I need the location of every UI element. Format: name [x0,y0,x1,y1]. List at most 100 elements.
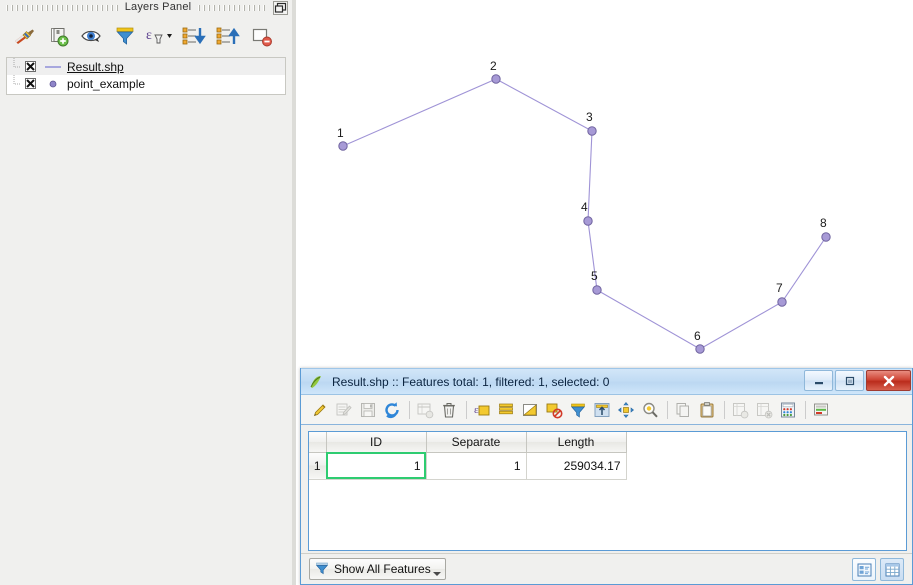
collapse-all-icon[interactable] [211,19,245,53]
layer-name-point-example: point_example [67,76,146,91]
map-vertex-point[interactable] [587,126,597,136]
map-vertex-point[interactable] [695,344,705,354]
filter-legend-icon[interactable] [109,19,143,53]
result-line-feature [342,78,827,350]
attribute-table-bottombar: Show All Features [301,553,912,584]
toolbar-separator [466,400,467,419]
column-header-length[interactable]: Length [526,432,627,453]
layers-panel-titlebar[interactable]: Layers Panel [0,0,292,16]
line-symbol-icon [43,60,63,74]
table-header-row: ID Separate Length [309,432,627,453]
layer-visibility-checkbox[interactable] [25,61,36,72]
layer-item-result[interactable]: Result.shp [7,58,285,75]
chevron-down-icon[interactable] [432,572,441,576]
tree-branch-icon [13,58,21,68]
delete-selected-icon[interactable] [438,399,460,421]
map-vertex-point[interactable] [491,74,501,84]
window-controls [802,370,911,391]
layers-panel-title: Layers Panel [124,1,192,13]
map-vertex-label: 7 [776,281,783,295]
qgis-window: Layers Panel ε Result.shp point_example … [0,0,913,585]
table-cell-length[interactable]: 259034.17 [526,452,627,480]
maximize-button[interactable] [835,370,864,391]
reload-table-icon[interactable] [381,399,403,421]
move-selection-to-top-icon[interactable] [591,399,613,421]
add-group-icon[interactable] [41,19,75,53]
delete-field-icon[interactable] [753,399,775,421]
table-cell-id[interactable]: 1 [326,452,427,480]
map-vertex-point[interactable] [777,297,787,307]
layer-item-point-example[interactable]: point_example [7,75,285,92]
attribute-table: ID Separate Length 1 1 1 259034.17 [309,432,627,480]
map-vertex-label: 8 [820,216,827,230]
paste-features-icon[interactable] [696,399,718,421]
map-vertex-label: 5 [591,269,598,283]
copy-features-icon[interactable] [672,399,694,421]
map-vertex-label: 4 [581,200,588,214]
qgis-icon [308,374,324,390]
undock-panel-button[interactable] [273,1,288,15]
layer-visibility-checkbox[interactable] [25,78,36,89]
column-header-separate[interactable]: Separate [426,432,527,453]
new-field-icon[interactable] [729,399,751,421]
minimize-button[interactable] [804,370,833,391]
save-edits-icon[interactable] [357,399,379,421]
map-vertex-label: 6 [694,329,701,343]
manage-layer-visibility-icon[interactable] [75,19,109,53]
show-all-features-button[interactable]: Show All Features [309,558,446,580]
close-button[interactable] [866,370,911,391]
expression-filter-icon[interactable]: ε [143,19,177,53]
map-vertex-label: 1 [337,126,344,140]
row-number-cell[interactable]: 1 [309,452,327,480]
pan-to-selected-icon[interactable] [615,399,637,421]
attribute-table-toolbar: ε [301,395,912,425]
funnel-icon [315,561,329,578]
tree-branch-icon [13,75,21,85]
map-vertex-point[interactable] [583,216,593,226]
table-row[interactable]: 1 1 1 259034.17 [309,452,627,480]
conditional-formatting-icon[interactable] [810,399,832,421]
attribute-table-dialog: Result.shp :: Features total: 1, filtere… [300,368,913,585]
attribute-table-title: Result.shp :: Features total: 1, filtere… [332,374,610,389]
select-all-icon[interactable] [495,399,517,421]
filter-selection-icon[interactable] [567,399,589,421]
panel-grip-left [6,5,118,11]
table-view-toggle[interactable] [880,558,904,581]
toggle-editing-icon[interactable] [309,399,331,421]
map-vertex-point[interactable] [338,141,348,151]
field-calculator-icon[interactable] [777,399,799,421]
attribute-table-grid[interactable]: ID Separate Length 1 1 1 259034.17 [308,431,907,551]
invert-selection-icon[interactable] [519,399,541,421]
toolbar-separator [724,400,725,419]
toolbar-separator [667,400,668,419]
style-manager-icon[interactable] [7,19,41,53]
layers-tree[interactable]: Result.shp point_example [6,57,286,95]
zoom-to-selected-icon[interactable] [639,399,661,421]
map-vertex-label: 3 [586,110,593,124]
map-vertex-point[interactable] [592,285,602,295]
toolbar-separator [409,400,410,419]
row-number-header [309,432,327,453]
show-all-features-label: Show All Features [334,562,431,576]
deselect-all-icon[interactable] [543,399,565,421]
point-symbol-icon [43,77,63,91]
table-cell-separate[interactable]: 1 [426,452,527,480]
expand-all-icon[interactable] [177,19,211,53]
attribute-table-body: 1 1 1 259034.17 [309,452,627,480]
select-by-expression-icon[interactable]: ε [471,399,493,421]
svg-text:ε: ε [146,28,152,43]
remove-layer-icon[interactable] [245,19,279,53]
form-view-toggle[interactable] [852,558,876,581]
point-example-features [338,74,831,354]
svg-text:ε: ε [474,404,479,416]
toolbar-separator [805,400,806,419]
panel-grip-right [198,5,266,11]
multi-edit-icon[interactable] [333,399,355,421]
attribute-table-titlebar[interactable]: Result.shp :: Features total: 1, filtere… [301,368,912,395]
layers-panel-toolbar: ε [0,17,292,55]
layer-name-result: Result.shp [67,59,124,74]
map-vertex-label: 2 [490,59,497,73]
column-header-id[interactable]: ID [326,432,427,453]
add-feature-icon[interactable] [414,399,436,421]
map-vertex-point[interactable] [821,232,831,242]
